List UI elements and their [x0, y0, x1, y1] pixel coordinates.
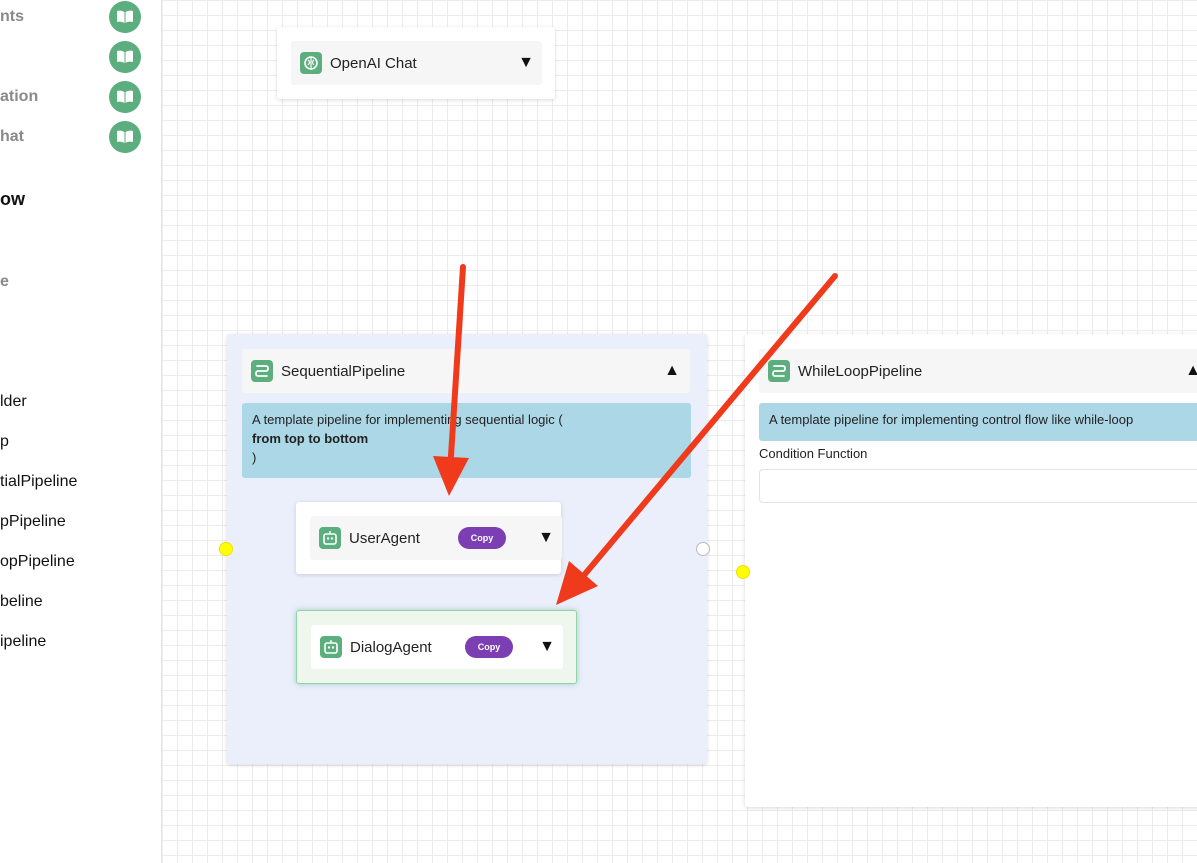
node-title: UserAgent: [349, 529, 420, 547]
sidebar-item[interactable]: lder: [0, 393, 27, 411]
dialog-agent-node[interactable]: DialogAgent Copy ▼: [296, 610, 577, 684]
sidebar-section-item[interactable]: e: [0, 273, 9, 291]
openai-chat-node[interactable]: OpenAI Chat ▼: [277, 27, 555, 99]
collapse-toggle-icon[interactable]: ▲: [664, 362, 680, 380]
input-handle[interactable]: [219, 542, 233, 556]
sidebar-item[interactable]: pPipeline: [0, 513, 66, 531]
output-handle[interactable]: [696, 542, 710, 556]
node-header[interactable]: UserAgent Copy ▼: [310, 516, 562, 560]
node-header[interactable]: SequentialPipeline ▲: [242, 349, 690, 393]
sidebar-item[interactable]: beline: [0, 593, 43, 611]
node-title: WhileLoopPipeline: [798, 362, 923, 380]
sidebar-item-label: ation: [0, 88, 39, 105]
book-icon[interactable]: [109, 1, 141, 33]
node-header[interactable]: WhileLoopPipeline ▲: [759, 349, 1197, 393]
node-header[interactable]: OpenAI Chat ▼: [291, 41, 542, 85]
while-loop-pipeline-node[interactable]: WhileLoopPipeline ▲ A template pipeline …: [745, 334, 1197, 807]
sidebar-section-title[interactable]: ow: [0, 189, 25, 210]
description-line: A template pipeline for implementing seq…: [252, 412, 563, 427]
node-title: SequentialPipeline: [281, 362, 406, 380]
book-icon[interactable]: [109, 41, 141, 73]
expand-toggle-icon[interactable]: ▼: [539, 638, 555, 656]
copy-button[interactable]: Copy: [465, 636, 513, 658]
description-bold: from top to bottom: [252, 431, 369, 446]
pipeline-description: A template pipeline for implementing con…: [759, 403, 1197, 441]
pipeline-icon: [251, 360, 273, 382]
node-header[interactable]: DialogAgent Copy ▼: [311, 625, 563, 669]
pipeline-description: A template pipeline for implementing seq…: [242, 403, 691, 478]
node-title: OpenAI Chat: [330, 54, 417, 72]
sidebar-item[interactable]: ation: [0, 88, 38, 106]
sidebar-item-label: nts: [0, 8, 24, 25]
book-icon[interactable]: [109, 121, 141, 153]
description-line: ): [252, 450, 257, 465]
sidebar-item[interactable]: tialPipeline: [0, 473, 77, 491]
brain-icon: [300, 52, 322, 74]
expand-toggle-icon[interactable]: ▼: [538, 529, 554, 547]
sidebar-item[interactable]: ipeline: [0, 633, 46, 651]
robot-icon: [319, 527, 341, 549]
sidebar-item[interactable]: nts: [0, 8, 24, 26]
pipeline-icon: [768, 360, 790, 382]
condition-function-input[interactable]: [759, 469, 1197, 503]
sidebar-item[interactable]: opPipeline: [0, 553, 75, 571]
copy-button[interactable]: Copy: [458, 527, 506, 549]
sidebar-item-label: hat: [0, 128, 24, 145]
input-handle[interactable]: [736, 565, 750, 579]
node-title: DialogAgent: [350, 638, 432, 656]
robot-icon: [320, 636, 342, 658]
sidebar: nts ation hat ow e lder p tialPipeline p…: [0, 0, 162, 863]
condition-function-label: Condition Function: [759, 446, 868, 461]
expand-toggle-icon[interactable]: ▼: [518, 54, 534, 72]
sidebar-item[interactable]: p: [0, 433, 9, 451]
collapse-toggle-icon[interactable]: ▲: [1185, 362, 1197, 380]
book-icon[interactable]: [109, 81, 141, 113]
sequential-pipeline-node[interactable]: SequentialPipeline ▲ A template pipeline…: [227, 334, 707, 764]
sidebar-item[interactable]: hat: [0, 128, 24, 146]
workflow-canvas[interactable]: OpenAI Chat ▼ SequentialPipeline ▲ A tem…: [162, 0, 1197, 863]
user-agent-node[interactable]: UserAgent Copy ▼: [296, 502, 562, 574]
